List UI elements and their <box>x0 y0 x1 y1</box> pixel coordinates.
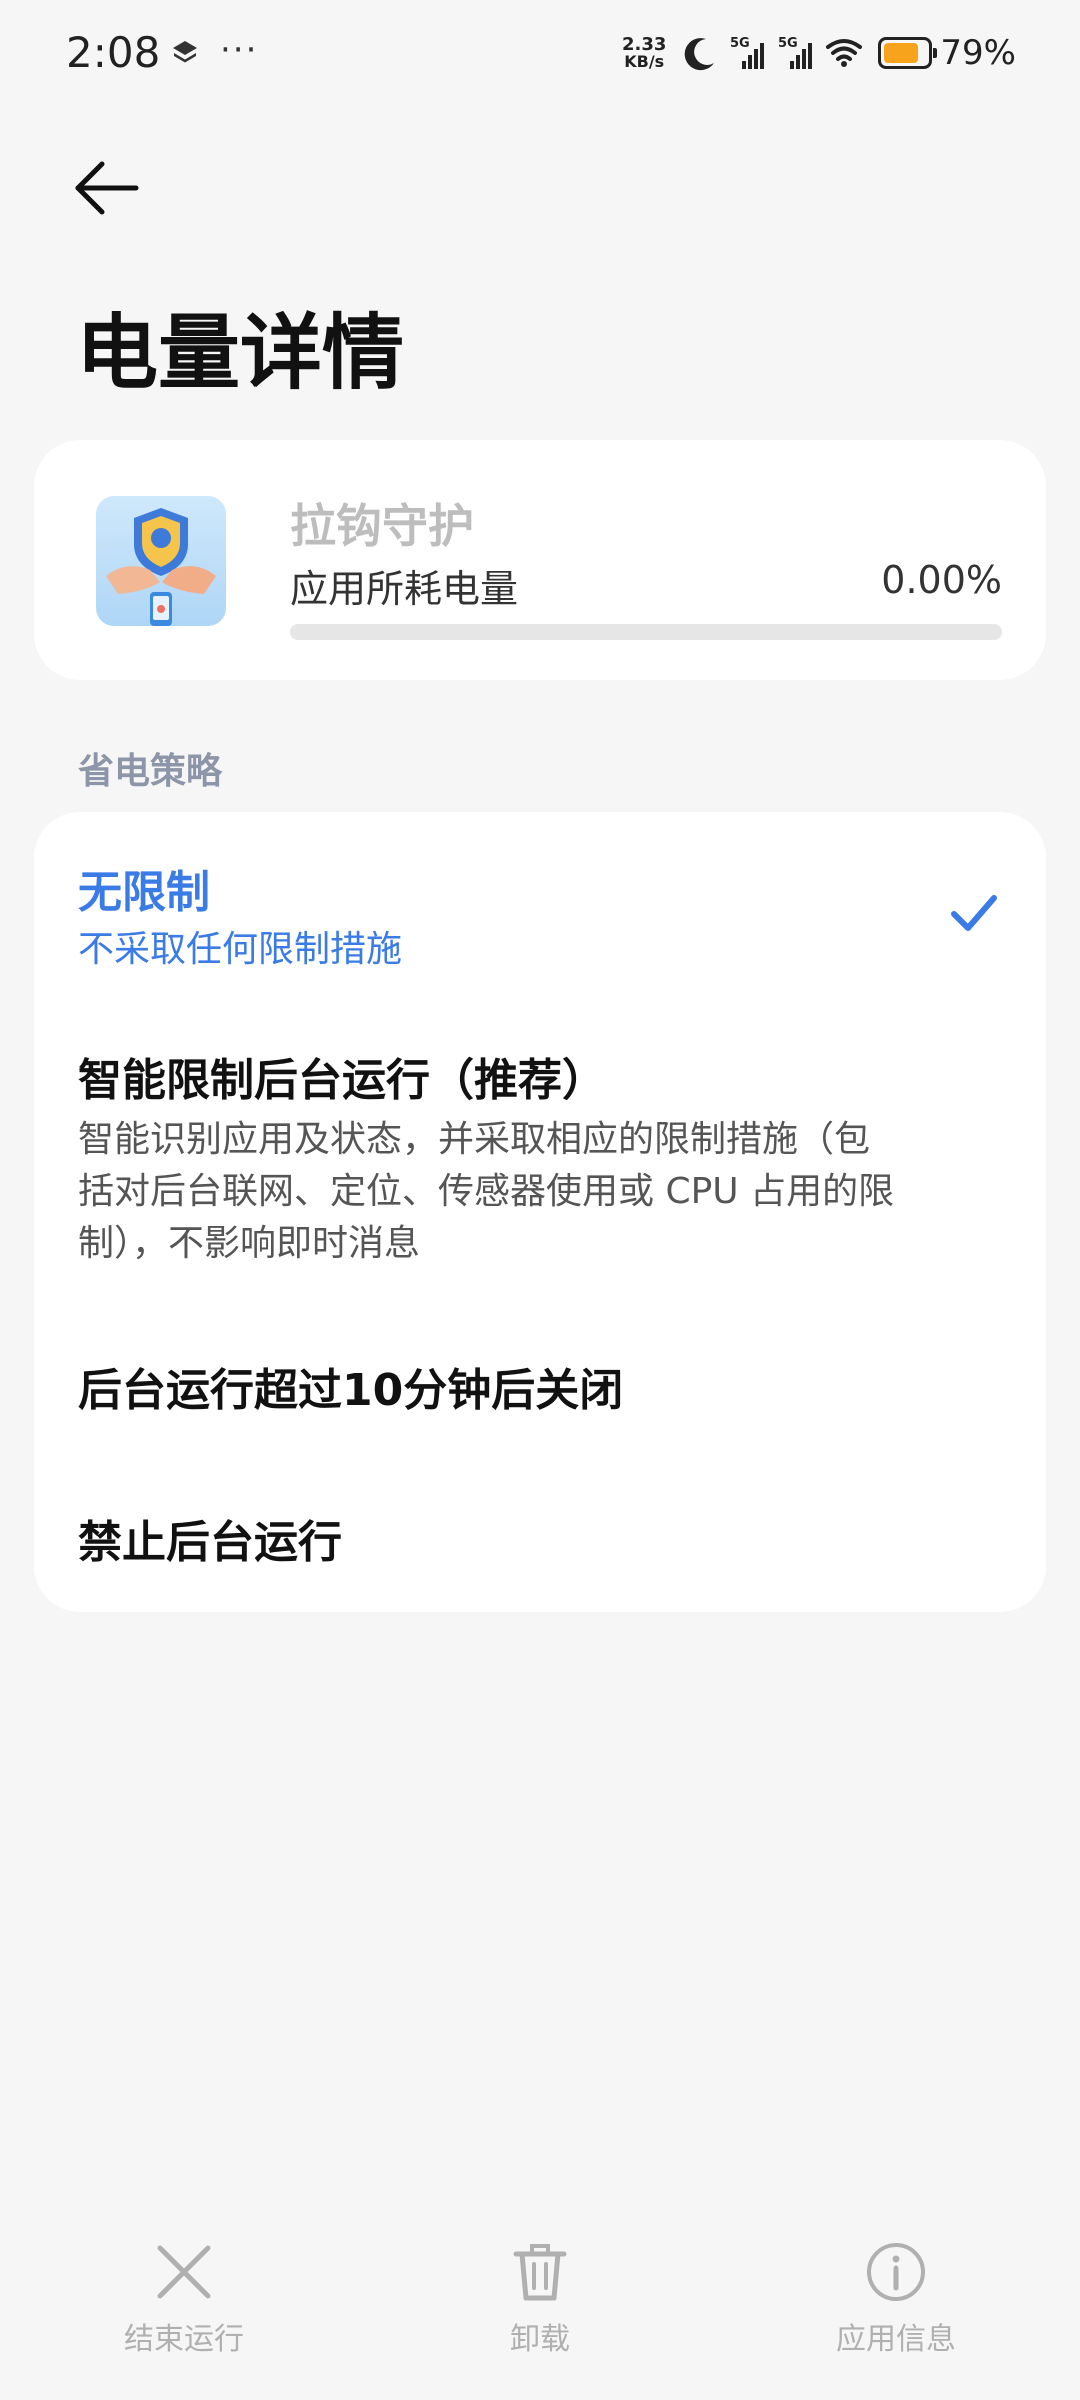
option-forbid-background[interactable]: 禁止后台运行 <box>78 1506 1002 1570</box>
battery-indicator: 79% <box>878 33 1016 73</box>
signal-5g-icon: 5G <box>730 36 765 69</box>
signal2-label: 5G <box>778 36 798 51</box>
page-title: 电量详情 <box>76 306 405 401</box>
uninstall-label: 卸载 <box>510 2322 570 2357</box>
trash-icon <box>513 2244 567 2301</box>
option-title: 禁止后台运行 <box>78 1517 342 1568</box>
app-usage-card: 拉钩守护 应用所耗电量 0.00% <box>34 440 1046 680</box>
net-speed: 2.33 KB/s <box>622 36 666 70</box>
option-subtitle: 智能识别应用及状态，并采取相应的限制措施（包括对后台联网、定位、传感器使用或 C… <box>78 1119 895 1264</box>
app-info-button[interactable]: 应用信息 <box>796 2240 996 2358</box>
option-title: 后台运行超过10分钟后关闭 <box>78 1365 624 1416</box>
usage-label: 应用所耗电量 <box>290 567 519 611</box>
app-icon <box>96 496 226 626</box>
option-subtitle: 不采取任何限制措施 <box>78 929 403 970</box>
layers-icon <box>173 41 197 63</box>
force-stop-label: 结束运行 <box>124 2322 244 2357</box>
app-name: 拉钩守护 <box>290 499 474 553</box>
close-icon <box>157 2245 211 2299</box>
status-time: 2:08 <box>66 28 161 77</box>
battery-icon <box>878 37 938 69</box>
status-bar: 2:08 ··· 2.33 KB/s 5G 5G 79% <box>0 0 1080 110</box>
section-title: 省电策略 <box>78 751 223 792</box>
uninstall-button[interactable]: 卸载 <box>440 2240 640 2358</box>
status-right-group: 2.33 KB/s 5G 5G 79% <box>622 28 1016 78</box>
battery-fill <box>884 43 918 63</box>
option-close-after-10-min[interactable]: 后台运行超过10分钟后关闭 <box>78 1354 1002 1418</box>
option-title: 智能限制后台运行（推荐） <box>78 1055 606 1106</box>
more-notifications-icon: ··· <box>220 30 259 70</box>
option-title: 无限制 <box>78 867 210 918</box>
power-policy-list: 无限制 不采取任何限制措施 智能限制后台运行（推荐） 智能识别应用及状态，并采取… <box>34 812 1046 1612</box>
option-unrestricted[interactable]: 无限制 不采取任何限制措施 <box>78 856 1002 976</box>
option-smart-restrict[interactable]: 智能限制后台运行（推荐） 智能识别应用及状态，并采取相应的限制措施（包括对后台联… <box>78 1044 896 1270</box>
bottom-action-bar: 结束运行 卸载 应用信息 <box>0 2230 1080 2400</box>
signal-5g-icon-2: 5G <box>778 36 813 69</box>
app-info-label: 应用信息 <box>836 2322 956 2357</box>
battery-details-page: 2:08 ··· 2.33 KB/s 5G 5G 79% 电量详情 拉钩守护 应… <box>0 0 1080 2400</box>
moon-icon <box>685 38 715 71</box>
info-icon <box>867 2243 925 2301</box>
usage-value: 0.00% <box>881 558 1002 602</box>
signal1-label: 5G <box>730 36 750 51</box>
force-stop-button[interactable]: 结束运行 <box>84 2240 284 2358</box>
usage-progress-bar <box>290 624 1002 640</box>
wifi-icon <box>826 39 863 67</box>
net-speed-unit: KB/s <box>624 52 665 71</box>
checkmark-icon <box>951 895 997 931</box>
back-arrow-icon[interactable] <box>72 158 142 218</box>
battery-percent: 79% <box>940 33 1016 73</box>
